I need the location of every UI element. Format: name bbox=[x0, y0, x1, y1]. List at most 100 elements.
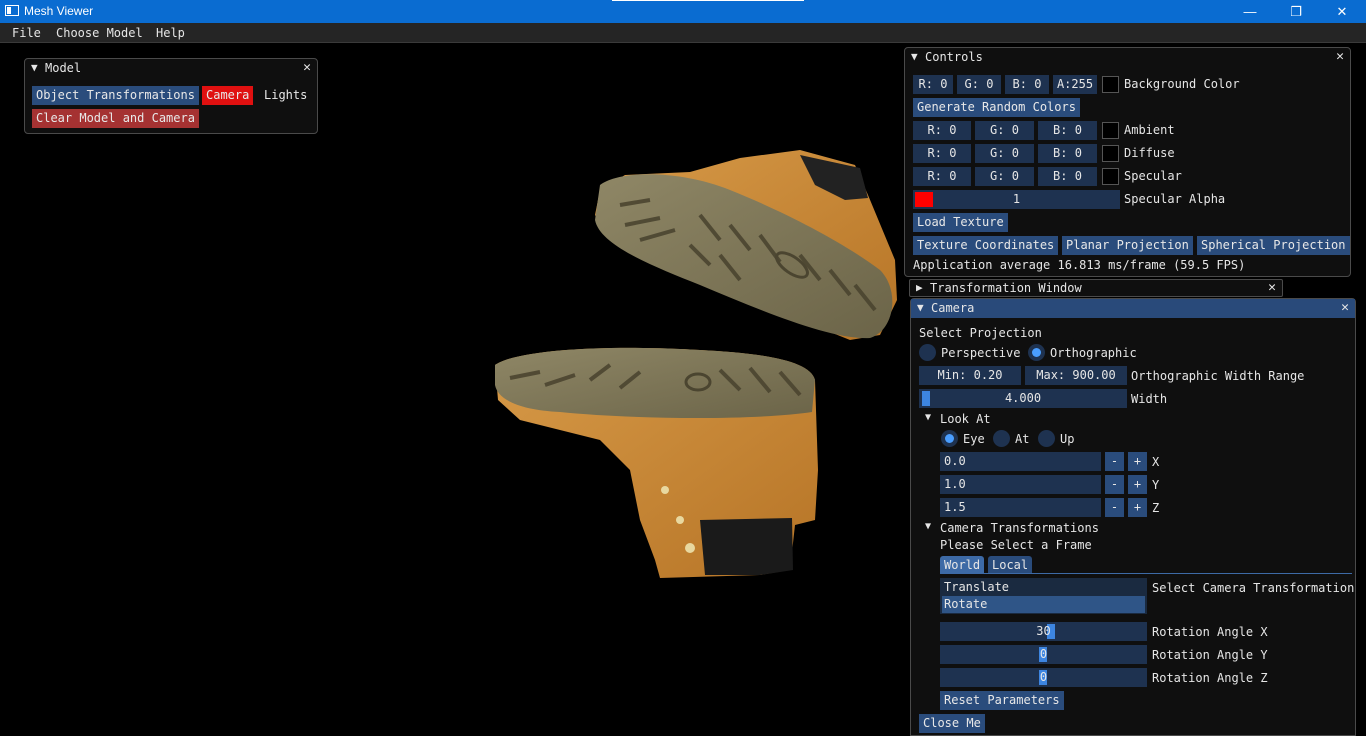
controls-title: Controls bbox=[925, 50, 983, 64]
model-panel-header[interactable]: ▼ Model ✕ bbox=[25, 59, 317, 78]
specular-alpha-slider[interactable]: 1 bbox=[913, 190, 1120, 209]
clear-model-camera-button[interactable]: Clear Model and Camera bbox=[32, 109, 199, 128]
ortho-min-field[interactable]: Min: 0.20 bbox=[919, 366, 1021, 385]
spherical-projection-button[interactable]: Spherical Projection bbox=[1197, 236, 1350, 255]
specular-r-field[interactable]: R: 0 bbox=[913, 167, 971, 186]
x-label: X bbox=[1152, 455, 1160, 469]
diffuse-b-field[interactable]: B: 0 bbox=[1038, 144, 1097, 163]
camera-close-icon[interactable]: ✕ bbox=[1341, 300, 1349, 315]
camera-panel: ▼ Camera ✕ Select Projection Perspective… bbox=[910, 298, 1356, 736]
upper-boot bbox=[595, 150, 897, 340]
rotation-y-slider[interactable]: 0 bbox=[940, 645, 1147, 664]
diffuse-r-field[interactable]: R: 0 bbox=[913, 144, 971, 163]
y-increment-button[interactable]: + bbox=[1128, 475, 1147, 494]
menu-choose-model[interactable]: Choose Model bbox=[56, 26, 143, 40]
menu-help[interactable]: Help bbox=[156, 26, 185, 40]
bg-color-swatch[interactable] bbox=[1102, 76, 1119, 93]
planar-projection-button[interactable]: Planar Projection bbox=[1062, 236, 1193, 255]
at-label: At bbox=[1015, 432, 1030, 446]
look-at-label[interactable]: Look At bbox=[940, 412, 991, 426]
bg-r-field[interactable]: R: 0 bbox=[913, 75, 953, 94]
collapse-triangle-icon[interactable]: ▼ bbox=[31, 61, 38, 74]
look-at-triangle-icon[interactable]: ▼ bbox=[925, 412, 931, 423]
mesh-viewport[interactable] bbox=[0, 42, 900, 736]
cam-transforms-triangle-icon[interactable]: ▼ bbox=[925, 521, 931, 532]
bg-g-field[interactable]: G: 0 bbox=[957, 75, 1001, 94]
tab-divider bbox=[940, 573, 1352, 574]
diffuse-g-field[interactable]: G: 0 bbox=[975, 144, 1034, 163]
ortho-max-field[interactable]: Max: 900.00 bbox=[1025, 366, 1127, 385]
z-decrement-button[interactable]: - bbox=[1105, 498, 1124, 517]
controls-close-icon[interactable]: ✕ bbox=[1336, 49, 1344, 64]
x-increment-button[interactable]: + bbox=[1128, 452, 1147, 471]
specular-swatch[interactable] bbox=[1102, 168, 1119, 185]
ambient-r-field[interactable]: R: 0 bbox=[913, 121, 971, 140]
close-window-button[interactable]: ✕ bbox=[1319, 0, 1365, 23]
list-item-translate[interactable]: Translate bbox=[942, 579, 1145, 596]
bg-b-field[interactable]: B: 0 bbox=[1005, 75, 1049, 94]
generate-random-colors-button[interactable]: Generate Random Colors bbox=[913, 98, 1080, 117]
specular-g-field[interactable]: G: 0 bbox=[975, 167, 1034, 186]
minimize-button[interactable]: — bbox=[1227, 0, 1273, 23]
object-transformations-button[interactable]: Object Transformations bbox=[32, 86, 199, 105]
ambient-swatch[interactable] bbox=[1102, 122, 1119, 139]
tab-local[interactable]: Local bbox=[988, 556, 1033, 574]
orthographic-radio[interactable] bbox=[1028, 344, 1045, 361]
model-panel-close-icon[interactable]: ✕ bbox=[303, 60, 311, 75]
width-label: Width bbox=[1131, 392, 1168, 406]
up-radio[interactable] bbox=[1038, 430, 1055, 447]
y-decrement-button[interactable]: - bbox=[1105, 475, 1124, 494]
collapse-triangle-icon[interactable]: ▼ bbox=[917, 301, 924, 314]
rotation-z-slider[interactable]: 0 bbox=[940, 668, 1147, 687]
eye-label: Eye bbox=[963, 432, 985, 446]
width-slider[interactable]: 4.000 bbox=[919, 389, 1127, 408]
diffuse-swatch[interactable] bbox=[1102, 145, 1119, 162]
camera-header[interactable]: ▼ Camera ✕ bbox=[911, 299, 1355, 318]
ambient-b-field[interactable]: B: 0 bbox=[1038, 121, 1097, 140]
transformation-window-header[interactable]: ▶ Transformation Window ✕ bbox=[910, 280, 1282, 299]
transformation-window[interactable]: ▶ Transformation Window ✕ bbox=[909, 279, 1283, 297]
lights-button[interactable]: Lights bbox=[260, 86, 311, 105]
texture-coordinates-button[interactable]: Texture Coordinates bbox=[913, 236, 1059, 255]
ambient-g-field[interactable]: G: 0 bbox=[975, 121, 1034, 140]
diffuse-label: Diffuse bbox=[1124, 146, 1175, 160]
rotation-z-label: Rotation Angle Z bbox=[1152, 671, 1268, 685]
transformation-window-close-icon[interactable]: ✕ bbox=[1268, 280, 1276, 295]
z-increment-button[interactable]: + bbox=[1128, 498, 1147, 517]
at-radio[interactable] bbox=[993, 430, 1010, 447]
list-item-rotate[interactable]: Rotate bbox=[942, 596, 1145, 613]
specular-alpha-grab[interactable] bbox=[915, 192, 933, 207]
load-texture-button[interactable]: Load Texture bbox=[913, 213, 1008, 232]
eye-radio[interactable] bbox=[941, 430, 958, 447]
eye-x-field[interactable]: 0.0 bbox=[940, 452, 1101, 471]
collapse-triangle-icon[interactable]: ▼ bbox=[911, 50, 918, 63]
specular-label: Specular bbox=[1124, 169, 1182, 183]
y-label: Y bbox=[1152, 478, 1160, 492]
select-camera-transformation-label: Select Camera Transformation bbox=[1152, 581, 1355, 595]
camera-transformations-label[interactable]: Camera Transformations bbox=[940, 521, 1099, 535]
orthographic-label: Orthographic bbox=[1050, 346, 1137, 360]
camera-transformation-list[interactable]: Translate Rotate bbox=[940, 578, 1147, 614]
reset-parameters-button[interactable]: Reset Parameters bbox=[940, 691, 1064, 710]
transformation-window-title: Transformation Window bbox=[930, 281, 1082, 295]
model-panel: ▼ Model ✕ Object Transformations Camera … bbox=[24, 58, 318, 134]
close-me-button[interactable]: Close Me bbox=[919, 714, 985, 733]
specular-b-field[interactable]: B: 0 bbox=[1038, 167, 1097, 186]
bg-color-label: Background Color bbox=[1124, 77, 1240, 91]
expand-triangle-icon[interactable]: ▶ bbox=[916, 281, 923, 294]
eye-y-field[interactable]: 1.0 bbox=[940, 475, 1101, 494]
tab-world[interactable]: World bbox=[940, 556, 985, 574]
x-decrement-button[interactable]: - bbox=[1105, 452, 1124, 471]
specular-alpha-label: Specular Alpha bbox=[1124, 192, 1226, 206]
perspective-radio[interactable] bbox=[919, 344, 936, 361]
restore-button[interactable]: ❐ bbox=[1273, 0, 1319, 23]
bg-a-field[interactable]: A:255 bbox=[1053, 75, 1097, 94]
menu-file[interactable]: File bbox=[12, 26, 41, 40]
app-icon bbox=[5, 5, 19, 16]
fps-text: Application average 16.813 ms/frame (59.… bbox=[913, 258, 1246, 272]
camera-button[interactable]: Camera bbox=[202, 86, 254, 105]
rotation-x-slider[interactable]: 30 bbox=[940, 622, 1147, 641]
controls-header[interactable]: ▼ Controls ✕ bbox=[905, 48, 1350, 67]
camera-title: Camera bbox=[931, 301, 975, 315]
eye-z-field[interactable]: 1.5 bbox=[940, 498, 1101, 517]
